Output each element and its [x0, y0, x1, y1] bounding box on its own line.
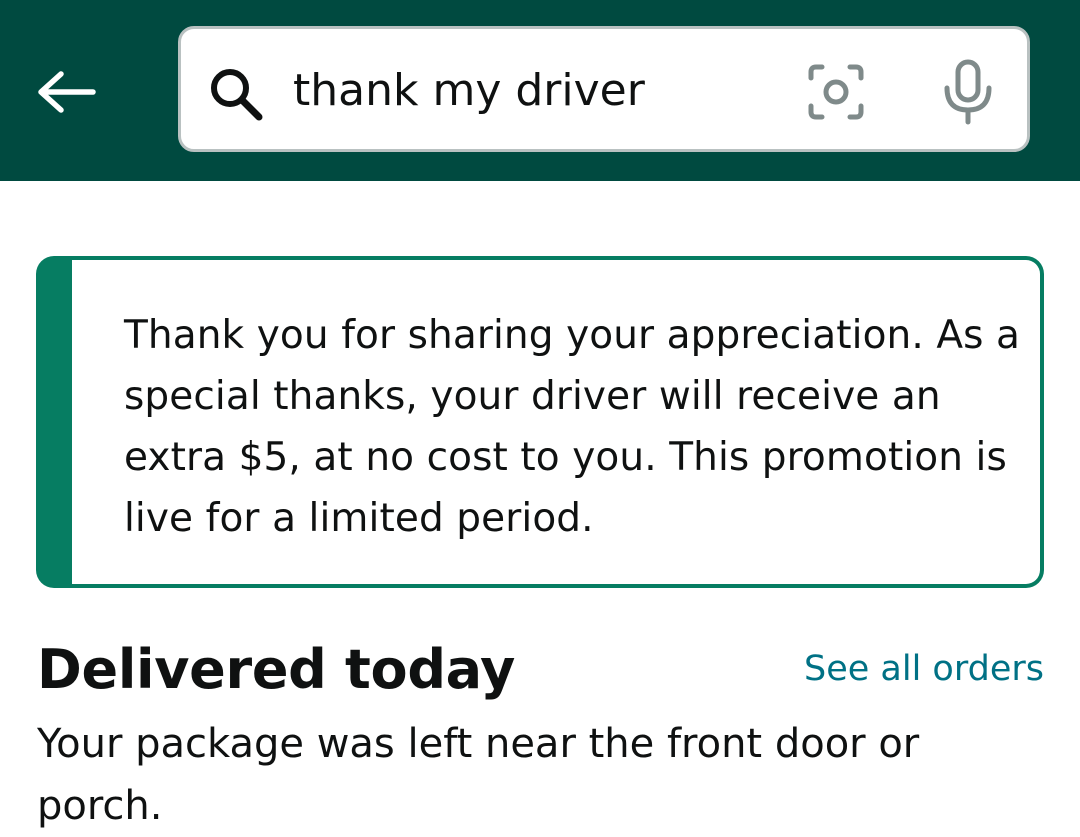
appreciation-alert: Thank you for sharing your appreciation.… [36, 256, 1044, 588]
search-bar[interactable] [178, 26, 1030, 152]
delivered-today-heading: Delivered today [37, 638, 516, 701]
back-button[interactable] [24, 54, 108, 130]
alert-message: Thank you for sharing your appreciation.… [124, 313, 1021, 541]
arrow-left-icon [38, 71, 96, 113]
camera-lens-icon[interactable] [805, 61, 867, 123]
microphone-icon[interactable] [941, 59, 995, 125]
search-input[interactable] [293, 55, 773, 125]
see-all-orders-link[interactable]: See all orders [804, 644, 1044, 694]
delivery-status-text: Your package was left near the front doo… [37, 721, 920, 829]
top-navigation-bar [0, 0, 1080, 181]
search-icon [211, 69, 263, 121]
